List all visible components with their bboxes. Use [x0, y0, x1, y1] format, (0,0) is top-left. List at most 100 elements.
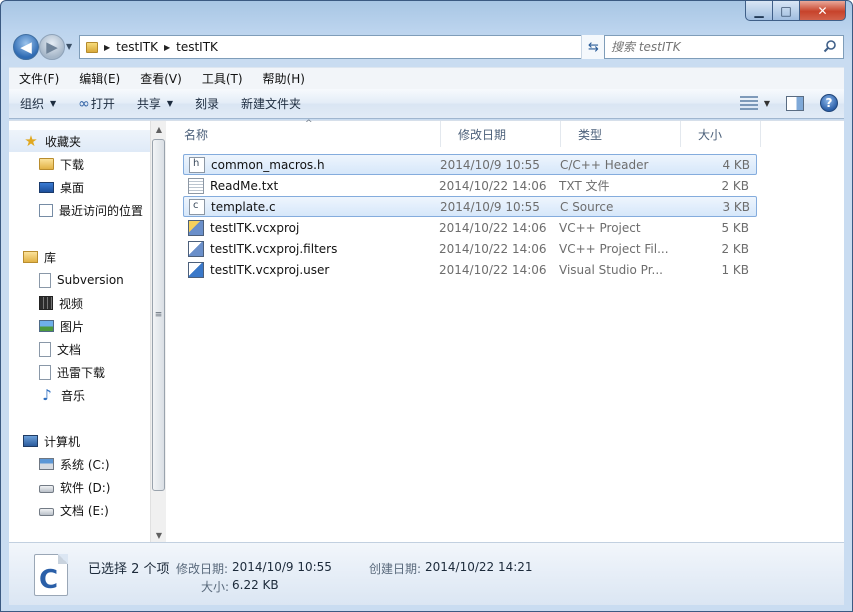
file-row[interactable]: ReadMe.txt 2014/10/22 14:06 TXT 文件 2 KB — [183, 175, 757, 196]
change-view-icon[interactable] — [739, 96, 758, 110]
file-name: ReadMe.txt — [210, 178, 279, 193]
sidebar-item-label: 下载 — [60, 157, 85, 172]
folder-icon — [86, 41, 98, 53]
file-row[interactable]: testITK.vcxproj.filters 2014/10/22 14:06… — [183, 238, 757, 259]
sidebar-item-drive-c[interactable]: 系统 (C:) — [9, 453, 150, 475]
file-modified: 2014/10/9 10:55 — [440, 157, 540, 172]
chevron-right-icon[interactable]: ▶ — [104, 43, 110, 52]
chevron-down-icon[interactable]: ▼ — [764, 99, 770, 108]
menu-tools[interactable]: 工具(T) — [192, 70, 253, 87]
desktop-icon — [39, 181, 54, 193]
navigation-pane: ★ 收藏夹 下载 桌面 最近访问的位置 库 Subversion 视频 图片 文… — [9, 121, 150, 543]
c-source-file-thumbnail-icon: C — [34, 554, 68, 596]
preview-pane-icon[interactable] — [786, 95, 804, 111]
forward-button[interactable]: ▶ — [39, 34, 65, 60]
address-bar[interactable]: ▶ testITK ▶ testITK ▼ — [79, 35, 606, 59]
sidebar-item-desktop[interactable]: 桌面 — [9, 176, 150, 198]
recent-places-icon — [39, 203, 53, 217]
recent-pages-dropdown[interactable]: ▼ — [66, 42, 72, 51]
navigation-pane-scrollbar[interactable]: ▲ ≡ ▼ — [150, 121, 166, 543]
column-header-type[interactable]: 类型 — [561, 121, 681, 147]
sidebar-item-label: 计算机 — [44, 434, 81, 449]
file-list: 名称 ^ 修改日期 类型 大小 common_macros.h 2014/10/… — [167, 119, 844, 543]
scrollbar-thumb[interactable]: ≡ — [152, 139, 165, 491]
menu-file[interactable]: 文件(F) — [9, 70, 69, 87]
sidebar-item-favorites[interactable]: ★ 收藏夹 — [9, 130, 150, 152]
burn-button[interactable]: 刻录 — [184, 95, 230, 112]
column-header-label: 名称 — [184, 127, 209, 142]
search-input[interactable] — [611, 40, 811, 54]
help-icon[interactable]: ? — [820, 94, 838, 112]
sidebar-item-label: 文档 — [57, 342, 82, 357]
share-label: 共享 — [136, 97, 161, 111]
breadcrumb-parent[interactable]: testITK — [116, 40, 158, 54]
sidebar-item-label: 音乐 — [61, 388, 86, 403]
sidebar-item-pictures[interactable]: 图片 — [9, 315, 150, 337]
sidebar-item-recent-places[interactable]: 最近访问的位置 — [9, 199, 150, 221]
file-name: testITK.vcxproj.user — [210, 262, 330, 277]
column-header-name[interactable]: 名称 ^ — [167, 119, 441, 147]
share-button[interactable]: 共享 ▼ — [126, 95, 184, 112]
column-headers: 名称 ^ 修改日期 类型 大小 — [167, 119, 844, 147]
sidebar-item-label: 系统 (C:) — [60, 457, 110, 472]
minimize-button[interactable]: ▁ — [745, 1, 773, 21]
sidebar-item-libraries[interactable]: 库 — [9, 246, 150, 268]
subversion-library-icon — [39, 272, 51, 288]
refresh-button[interactable]: ⇆ — [581, 35, 605, 59]
maximize-button[interactable]: □ — [773, 1, 800, 21]
sidebar-item-drive-e[interactable]: 文档 (E:) — [9, 499, 150, 521]
caption-buttons: ▁ □ ✕ — [745, 1, 846, 21]
h-file-icon — [189, 156, 205, 173]
xunlei-library-icon — [39, 364, 51, 380]
file-name: common_macros.h — [211, 157, 325, 172]
new-folder-button[interactable]: 新建文件夹 — [230, 95, 312, 112]
created-date-label: 创建日期: — [369, 562, 422, 576]
chevron-right-icon[interactable]: ▶ — [164, 43, 170, 52]
size-value: 6.22 KB — [232, 578, 279, 592]
breadcrumb-current[interactable]: testITK — [176, 40, 218, 54]
file-row[interactable]: template.c 2014/10/9 10:55 C Source 3 KB — [183, 196, 757, 217]
sidebar-item-downloads[interactable]: 下载 — [9, 153, 150, 175]
open-button[interactable]: ∞ 打开 — [67, 95, 126, 112]
sidebar-item-music[interactable]: ♪ 音乐 — [9, 384, 150, 406]
file-modified: 2014/10/22 14:06 — [439, 220, 547, 235]
file-name: template.c — [211, 199, 276, 214]
open-icon: ∞ — [78, 95, 90, 112]
organize-label: 组织 — [20, 97, 45, 111]
thumbnail-letter: C — [39, 565, 59, 595]
sidebar-item-computer[interactable]: 计算机 — [9, 430, 150, 452]
sidebar-item-videos[interactable]: 视频 — [9, 292, 150, 314]
back-button[interactable]: ◀ — [13, 34, 39, 60]
menu-edit[interactable]: 编辑(E) — [69, 70, 130, 87]
file-row[interactable]: testITK.vcxproj 2014/10/22 14:06 VC++ Pr… — [183, 217, 757, 238]
file-list-empty-area[interactable] — [167, 281, 844, 543]
close-button[interactable]: ✕ — [800, 1, 846, 21]
txt-file-icon — [188, 177, 204, 194]
sidebar-item-subversion[interactable]: Subversion — [9, 269, 150, 291]
command-bar: 组织 ▼ ∞ 打开 共享 ▼ 刻录 新建文件夹 ▼ ? — [9, 89, 844, 119]
sidebar-item-documents[interactable]: 文档 — [9, 338, 150, 360]
music-note-icon: ♪ — [42, 386, 52, 404]
file-row[interactable]: testITK.vcxproj.user 2014/10/22 14:06 Vi… — [183, 259, 757, 280]
menu-view[interactable]: 查看(V) — [130, 70, 192, 87]
file-row[interactable]: common_macros.h 2014/10/9 10:55 C/C++ He… — [183, 154, 757, 175]
size-label: 大小: — [201, 580, 230, 594]
organize-button[interactable]: 组织 ▼ — [9, 95, 67, 112]
sidebar-item-label: 文档 (E:) — [60, 503, 109, 518]
explorer-window: ▁ □ ✕ ◀ ▶ ▼ ▶ testITK ▶ testITK ▼ ⇆ 文件(F… — [0, 0, 853, 612]
column-header-size[interactable]: 大小 — [681, 121, 761, 147]
file-size: 2 KB — [721, 241, 749, 256]
sidebar-item-drive-d[interactable]: 软件 (D:) — [9, 476, 150, 498]
sidebar-item-xunlei-downloads[interactable]: 迅雷下载 — [9, 361, 150, 383]
search-box — [604, 35, 844, 59]
column-header-modified[interactable]: 修改日期 — [441, 121, 561, 147]
scroll-down-icon[interactable]: ▼ — [151, 527, 167, 543]
file-size: 3 KB — [722, 199, 750, 214]
search-icon[interactable] — [823, 39, 837, 53]
modified-date-label: 修改日期: — [176, 562, 229, 576]
menu-bar: 文件(F) 编辑(E) 查看(V) 工具(T) 帮助(H) — [9, 67, 844, 89]
downloads-folder-icon — [39, 158, 54, 170]
selection-count: 已选择 2 个项 — [88, 562, 170, 577]
scroll-up-icon[interactable]: ▲ — [151, 121, 167, 137]
menu-help[interactable]: 帮助(H) — [253, 70, 315, 87]
